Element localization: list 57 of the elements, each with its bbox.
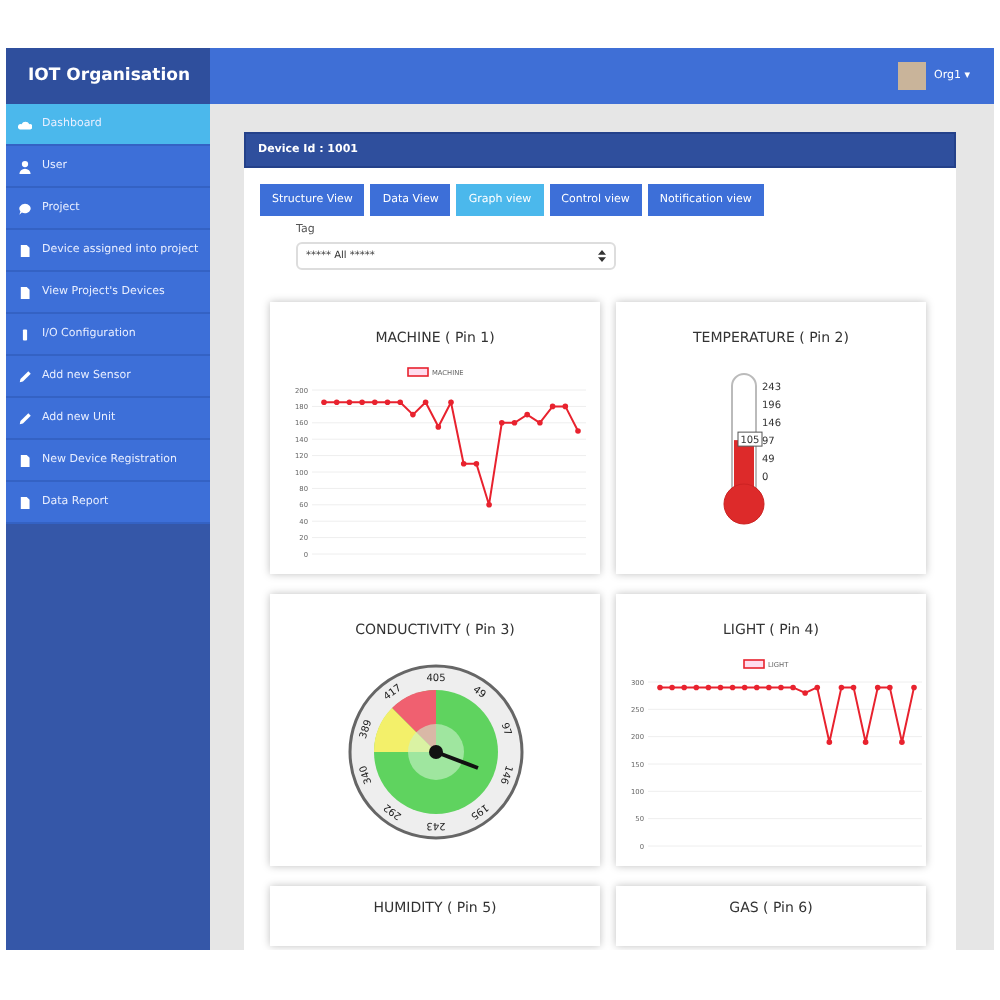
person-icon: [18, 159, 32, 173]
data-point: [704, 684, 711, 691]
data-point: [837, 684, 844, 691]
legend-swatch: [742, 659, 764, 669]
data-point: [523, 411, 529, 418]
data-point: [409, 411, 415, 418]
data-point: [459, 461, 466, 467]
cloud-icon: [18, 117, 32, 131]
data-point: [510, 420, 517, 426]
data-point: [421, 399, 428, 406]
data-point: [692, 684, 699, 691]
data-point: [472, 461, 479, 467]
pencil-icon: [18, 411, 32, 425]
data-point: [910, 684, 916, 691]
brand-title: IOT Organisation: [6, 48, 210, 104]
data-point: [825, 739, 832, 745]
legend-swatch: [406, 367, 428, 377]
data-point: [752, 684, 759, 691]
data-point: [358, 399, 364, 406]
data-point: [886, 684, 892, 691]
data-point: [485, 502, 491, 508]
data-point: [716, 684, 723, 691]
data-point: [680, 684, 686, 691]
up-down-arrows-icon: [598, 250, 606, 262]
data-point: [574, 428, 580, 434]
data-point: [383, 399, 390, 406]
data-point: [740, 684, 747, 691]
data-point: [345, 399, 352, 406]
document-icon: [18, 453, 32, 467]
data-point: [777, 684, 783, 691]
chat-bubble-icon: [18, 201, 32, 215]
data-point: [873, 684, 880, 691]
avatar-placeholder: [898, 62, 926, 90]
document-icon: [18, 495, 32, 509]
data-point: [434, 424, 441, 430]
data-point: [320, 399, 326, 406]
data-point: [898, 739, 904, 745]
data-point: [861, 739, 868, 745]
data-point: [548, 403, 555, 410]
data-point: [849, 684, 856, 691]
data-point: [332, 399, 339, 406]
data-point: [447, 399, 453, 406]
data-point: [536, 420, 542, 426]
data-point: [801, 690, 807, 696]
document-icon: [18, 243, 32, 257]
data-point: [765, 684, 771, 691]
data-point: [789, 684, 795, 691]
pencil-icon: [18, 369, 32, 383]
data-point: [656, 684, 662, 691]
data-point: [668, 684, 674, 691]
data-point: [396, 399, 402, 406]
data-point: [561, 403, 568, 410]
data-point: [813, 684, 820, 691]
document-icon: [18, 285, 32, 299]
data-point: [371, 399, 377, 406]
data-point: [728, 684, 735, 691]
data-point: [498, 420, 504, 426]
